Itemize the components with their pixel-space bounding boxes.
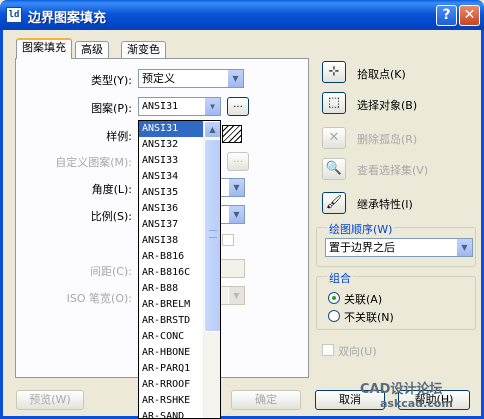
autocad-icon: ld bbox=[6, 7, 22, 23]
scale-select[interactable]: ▼ bbox=[218, 205, 245, 224]
inherit-properties-label[interactable]: 继承特性(I) bbox=[357, 196, 413, 212]
double-checkbox bbox=[322, 344, 334, 356]
select-objects-icon: ⬚ bbox=[327, 95, 341, 110]
watermark-url: askcad.com bbox=[380, 397, 453, 410]
scale-label: 比例(S): bbox=[90, 210, 132, 223]
help-title-button[interactable]: ? bbox=[436, 5, 457, 26]
angle-select[interactable]: ▼ bbox=[218, 178, 245, 197]
pattern-value: ANSI31 bbox=[142, 101, 179, 112]
custom-browse-button: ... bbox=[227, 152, 249, 171]
draw-order-title: 绘图顺序(W) bbox=[327, 221, 395, 237]
pattern-option[interactable]: AR-BRELM bbox=[139, 297, 203, 313]
nonassociative-label[interactable]: 不关联(N) bbox=[344, 309, 394, 325]
chevron-down-icon[interactable]: ▼ bbox=[227, 70, 243, 87]
inherit-properties-button[interactable]: 🖌 bbox=[322, 192, 346, 214]
spacing-label: 间距(C): bbox=[90, 265, 132, 278]
window-title: 边界图案填充 bbox=[28, 11, 107, 26]
pattern-option[interactable]: AR-B88 bbox=[139, 281, 203, 297]
iso-pen-width-label: ISO 笔宽(O): bbox=[66, 292, 132, 305]
chevron-down-icon: ▼ bbox=[228, 287, 244, 304]
scroll-thumb[interactable] bbox=[204, 139, 220, 332]
pattern-label: 图案(P): bbox=[91, 102, 132, 115]
pattern-option[interactable]: AR-B816 bbox=[139, 249, 203, 265]
chevron-down-icon[interactable]: ▼ bbox=[456, 239, 472, 256]
view-selection-label: 查看选择集(V) bbox=[357, 164, 429, 177]
chevron-down-icon[interactable]: ▼ bbox=[204, 98, 220, 115]
pattern-option[interactable]: AR-RSHKE bbox=[139, 393, 203, 409]
composition-title: 组合 bbox=[327, 270, 353, 286]
pick-point-icon: ⊹ bbox=[328, 64, 340, 79]
draw-order-value: 置于边界之后 bbox=[329, 241, 395, 254]
pattern-option[interactable]: ANSI34 bbox=[139, 169, 203, 185]
iso-pen-width-select: ▼ bbox=[218, 286, 245, 305]
pattern-option[interactable]: ANSI32 bbox=[139, 137, 203, 153]
pattern-option[interactable]: ANSI31 bbox=[139, 121, 203, 137]
draw-order-select[interactable]: 置于边界之后 ▼ bbox=[325, 238, 473, 257]
title-bar: ld 边界图案填充 ? ✕ bbox=[0, 0, 484, 30]
tab-hatch[interactable]: 图案填充 bbox=[16, 38, 72, 59]
pattern-option[interactable]: AR-HBONE bbox=[139, 345, 203, 361]
pattern-option[interactable]: AR-CONC bbox=[139, 329, 203, 345]
pattern-option[interactable]: ANSI33 bbox=[139, 153, 203, 169]
pick-point-button[interactable]: ⊹ bbox=[322, 61, 346, 83]
remove-islands-label: 删除孤岛(R) bbox=[357, 133, 418, 146]
type-select[interactable]: 预定义 ▼ bbox=[138, 69, 244, 88]
pattern-option[interactable]: ANSI35 bbox=[139, 185, 203, 201]
tab-advanced[interactable]: 高级 bbox=[75, 41, 109, 59]
pattern-browse-button[interactable]: ... bbox=[227, 97, 249, 116]
pattern-option[interactable]: AR-B816C bbox=[139, 265, 203, 281]
inherit-properties-icon: 🖌 bbox=[325, 195, 343, 210]
hatch-sample-preview[interactable] bbox=[222, 125, 242, 143]
preview-button: 预览(W) bbox=[16, 390, 84, 410]
type-value: 预定义 bbox=[142, 72, 175, 85]
view-selection-button: 🔍 bbox=[322, 158, 346, 180]
double-label: 双向(U) bbox=[338, 345, 377, 358]
custom-pattern-label: 自定义图案(M): bbox=[55, 156, 132, 169]
tab-gradient[interactable]: 渐变色 bbox=[121, 41, 166, 59]
ok-button: 确定 bbox=[231, 390, 301, 410]
sample-label: 样例: bbox=[106, 130, 132, 143]
watermark-title: CAD设计论坛 bbox=[360, 382, 443, 397]
pattern-option[interactable]: ANSI38 bbox=[139, 233, 203, 249]
scroll-up-icon[interactable]: ▲ bbox=[204, 121, 220, 138]
remove-islands-icon: ✕ bbox=[328, 130, 340, 145]
pattern-dropdown-list[interactable]: ANSI31 ANSI32 ANSI33 ANSI34 ANSI35 ANSI36 ANSI… bbox=[138, 120, 221, 419]
associative-label[interactable]: 关联(A) bbox=[344, 291, 382, 307]
associative-radio[interactable] bbox=[328, 292, 340, 304]
pattern-option[interactable]: AR-PARQ1 bbox=[139, 361, 203, 377]
remove-islands-button: ✕ bbox=[322, 127, 346, 149]
select-objects-button[interactable]: ⬚ bbox=[322, 92, 346, 114]
pattern-option[interactable]: AR-SAND bbox=[139, 409, 203, 418]
close-button[interactable]: ✕ bbox=[459, 5, 480, 26]
chevron-down-icon[interactable]: ▼ bbox=[228, 206, 244, 223]
pattern-options[interactable]: ANSI31 ANSI32 ANSI33 ANSI34 ANSI35 ANSI36 ANSI… bbox=[139, 121, 203, 418]
spacing-input bbox=[218, 259, 245, 278]
angle-label: 角度(L): bbox=[91, 183, 132, 196]
grip-icon bbox=[209, 230, 217, 238]
pattern-select[interactable]: ANSI31 ▼ bbox=[138, 97, 221, 116]
view-selection-icon: 🔍 bbox=[325, 161, 343, 176]
composition-group: 组合 bbox=[316, 270, 476, 330]
pick-point-label[interactable]: 拾取点(K) bbox=[357, 66, 406, 82]
pattern-option[interactable]: ANSI37 bbox=[139, 217, 203, 233]
pattern-option[interactable]: ANSI36 bbox=[139, 201, 203, 217]
pattern-option[interactable]: AR-BRSTD bbox=[139, 313, 203, 329]
dropdown-scrollbar[interactable]: ▲ bbox=[203, 121, 220, 418]
type-label: 类型(Y): bbox=[90, 74, 132, 87]
relative-checkbox bbox=[222, 234, 234, 246]
chevron-down-icon[interactable]: ▼ bbox=[228, 179, 244, 196]
nonassociative-radio[interactable] bbox=[328, 310, 340, 322]
select-objects-label[interactable]: 选择对象(B) bbox=[357, 97, 417, 113]
pattern-option[interactable]: AR-RROOF bbox=[139, 377, 203, 393]
